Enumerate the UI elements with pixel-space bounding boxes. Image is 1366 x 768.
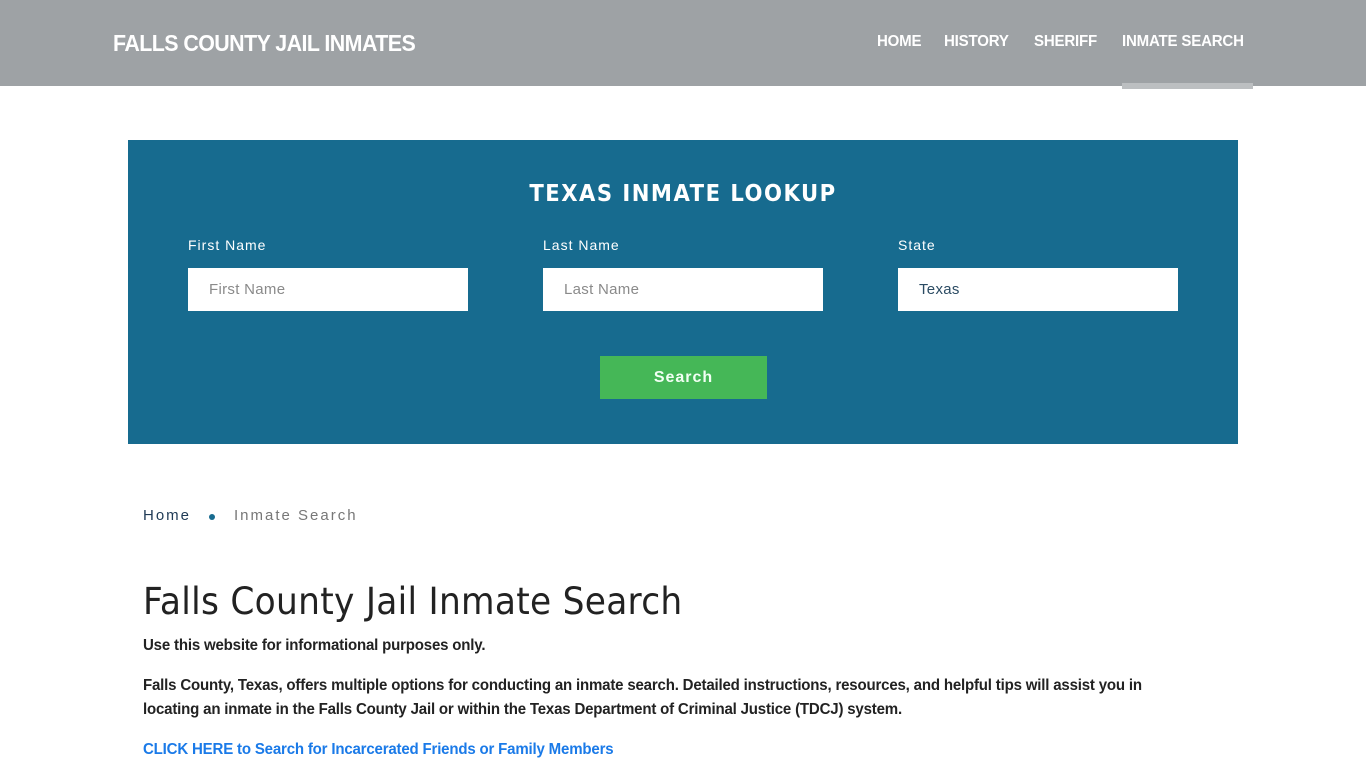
active-nav-indicator — [1122, 83, 1253, 89]
nav-home[interactable]: HOME — [877, 33, 922, 51]
breadcrumb-home[interactable]: Home — [143, 507, 191, 524]
state-input[interactable] — [898, 268, 1178, 311]
nav-sheriff[interactable]: SHERIFF — [1034, 33, 1097, 51]
breadcrumb-separator-icon — [209, 514, 215, 520]
last-name-input[interactable] — [543, 268, 823, 311]
search-friends-family-link[interactable]: CLICK HERE to Search for Incarcerated Fr… — [143, 738, 614, 762]
state-label: State — [898, 237, 936, 253]
site-header: FALLS COUNTY JAIL INMATES HOME HISTORY S… — [0, 0, 1366, 86]
inmate-lookup-panel: TEXAS INMATE LOOKUP First Name Last Name… — [128, 140, 1238, 444]
lookup-title: TEXAS INMATE LOOKUP — [529, 181, 837, 207]
breadcrumb-current: Inmate Search — [234, 507, 358, 524]
first-name-input[interactable] — [188, 268, 468, 311]
search-button[interactable]: Search — [600, 356, 767, 399]
page-title: Falls County Jail Inmate Search — [143, 580, 683, 623]
first-name-label: First Name — [188, 237, 267, 253]
disclaimer-text: Use this website for informational purpo… — [143, 637, 486, 654]
intro-text: Falls County, Texas, offers multiple opt… — [143, 677, 1142, 718]
last-name-label: Last Name — [543, 237, 620, 253]
main-nav: HOME HISTORY SHERIFF INMATE SEARCH — [0, 33, 1366, 89]
nav-inmate-search[interactable]: INMATE SEARCH — [1122, 33, 1244, 51]
nav-history[interactable]: HISTORY — [944, 33, 1009, 51]
